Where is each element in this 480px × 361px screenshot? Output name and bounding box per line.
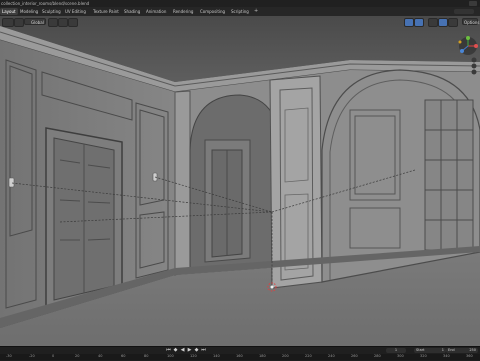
tab-rendering[interactable]: Rendering: [171, 8, 195, 15]
tab-scripting[interactable]: Scripting: [229, 8, 251, 15]
navigation-gizmo[interactable]: [454, 36, 480, 76]
ruler-tick-label: 340: [443, 354, 450, 358]
ruler-tick-label: 160: [236, 354, 243, 358]
ruler-tick-label: 280: [374, 354, 381, 358]
ruler-tick-label: 200: [282, 354, 289, 358]
end-frame-field[interactable]: End 250: [446, 348, 478, 353]
current-frame-field[interactable]: 1: [386, 348, 406, 353]
ruler-tick-label: -20: [29, 354, 35, 358]
tab-layout[interactable]: Layout: [0, 8, 18, 15]
orientation-label: Global: [31, 20, 44, 25]
options-label: Options: [464, 20, 480, 25]
shading-solid-icon[interactable]: [438, 18, 448, 27]
tab-uv-editing[interactable]: UV Editing: [63, 8, 88, 15]
timeline-ruler[interactable]: -30 -20 0 20 40 60 80 100 120 140 160 180 200 220 240 2…: [0, 354, 480, 360]
options-button[interactable]: Options: [462, 18, 480, 25]
orientation-dropdown[interactable]: Global: [24, 18, 46, 25]
ruler-tick-label: 240: [328, 354, 335, 358]
tab-animation[interactable]: Animation: [144, 8, 168, 15]
tab-modeling[interactable]: Modeling: [18, 8, 40, 15]
tab-shading[interactable]: Shading: [122, 8, 142, 15]
tab-texture-paint[interactable]: Texture Paint: [91, 8, 121, 15]
start-value: 1: [441, 348, 444, 352]
jump-start-icon[interactable]: ⏮: [166, 348, 171, 353]
snap-icon[interactable]: [58, 18, 68, 27]
jump-end-icon[interactable]: ⏭: [201, 348, 206, 353]
end-value: 250: [469, 348, 476, 352]
object-icon[interactable]: [14, 18, 24, 27]
3d-viewport[interactable]: [0, 16, 480, 346]
ruler-tick-label: 100: [167, 354, 174, 358]
ruler-tick-label: 0: [52, 354, 55, 358]
play-forward-icon[interactable]: ▶: [187, 348, 192, 353]
ruler-tick-label: 300: [397, 354, 404, 358]
ruler-tick-label: 260: [351, 354, 358, 358]
tab-sculpting[interactable]: Sculpting: [40, 8, 63, 15]
play-back-icon[interactable]: ◀: [180, 348, 185, 353]
start-frame-field[interactable]: Start 1: [414, 348, 446, 353]
keyframe-prev-icon[interactable]: ◆: [173, 348, 178, 353]
arch-pier-left: [174, 90, 191, 276]
tab-compositing[interactable]: Compositing: [198, 8, 227, 15]
window-title: collection_interior_rooms/blend/scene.bl…: [1, 1, 90, 6]
central-pillar: [269, 75, 323, 289]
xray-icon[interactable]: [428, 18, 438, 27]
right-window: [424, 99, 474, 251]
keyframe-next-icon[interactable]: ◆: [194, 348, 199, 353]
ruler-tick-label: 120: [190, 354, 197, 358]
ruler-tick-label: 80: [144, 354, 149, 358]
ruler-tick-label: 20: [75, 354, 80, 358]
scene-selector[interactable]: [454, 9, 474, 14]
mode-select-icon[interactable]: [2, 18, 14, 27]
overlay-icon[interactable]: [414, 18, 424, 27]
zoom-icon: [471, 57, 477, 63]
ruler-tick-label: 140: [213, 354, 220, 358]
start-label: Start: [416, 348, 425, 352]
ruler-tick-label: -30: [6, 354, 12, 358]
ruler-tick-label: 360: [466, 354, 473, 358]
viewport-header: Global Options: [0, 17, 480, 27]
shading-material-icon[interactable]: [448, 18, 458, 27]
ruler-tick-label: 60: [121, 354, 126, 358]
hand-pan-icon: [471, 63, 477, 69]
ruler-tick-label: 320: [420, 354, 427, 358]
window-menu-icon[interactable]: [469, 1, 477, 6]
ruler-tick-label: 40: [98, 354, 103, 358]
end-label: End: [448, 348, 455, 352]
workspace-add-icon[interactable]: +: [254, 9, 259, 14]
camera-view-icon: [471, 69, 477, 75]
ruler-tick-label: 180: [259, 354, 266, 358]
ruler-tick-label: 220: [305, 354, 312, 358]
visibility-icon[interactable]: [404, 18, 414, 27]
pivot-icon[interactable]: [48, 18, 58, 27]
proportional-icon[interactable]: [68, 18, 78, 27]
